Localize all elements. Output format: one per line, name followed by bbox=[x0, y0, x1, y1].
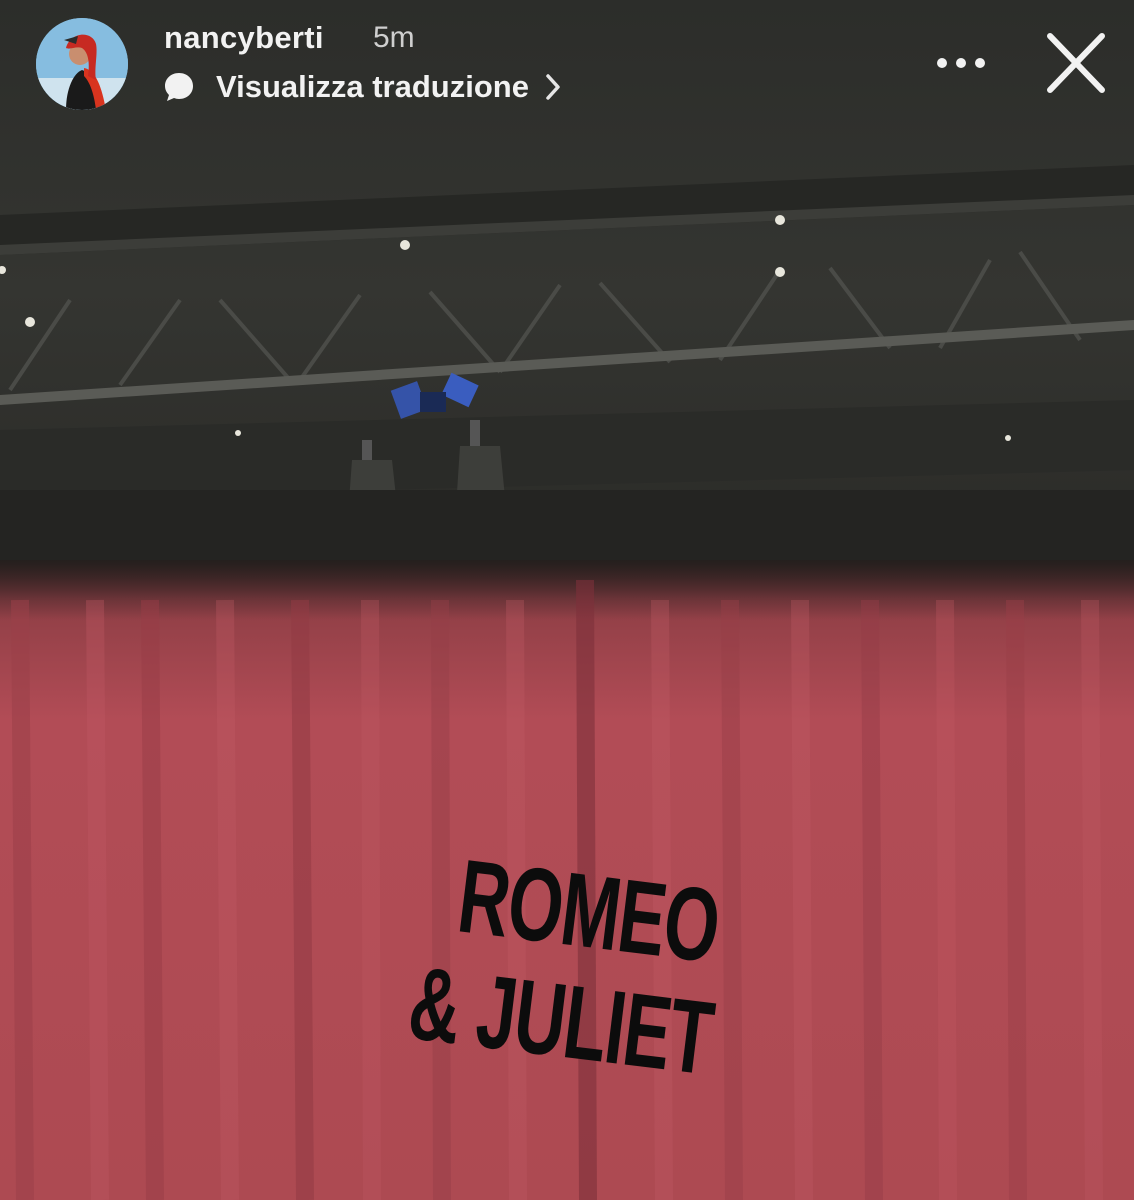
post-time: 5m bbox=[373, 21, 415, 54]
username[interactable]: nancyberti bbox=[164, 20, 324, 56]
story-viewer: nancyberti 5m Visualizza traduzione ROME… bbox=[0, 0, 1134, 1200]
chevron-right-icon bbox=[546, 74, 560, 100]
sticker-line-2: & JULIET bbox=[402, 945, 719, 1098]
more-options-icon[interactable] bbox=[930, 45, 992, 81]
avatar[interactable] bbox=[36, 18, 128, 110]
view-translation-label: Visualizza traduzione bbox=[216, 69, 529, 104]
view-translation-link[interactable]: Visualizza traduzione bbox=[162, 66, 563, 108]
sticker-line-1: ROMEO bbox=[452, 838, 725, 986]
speech-bubble-icon bbox=[165, 73, 193, 101]
text-sticker: ROMEO & JULIET bbox=[402, 838, 728, 1098]
close-icon[interactable] bbox=[1040, 30, 1112, 96]
story-header: nancyberti 5m Visualizza traduzione bbox=[0, 0, 1134, 140]
